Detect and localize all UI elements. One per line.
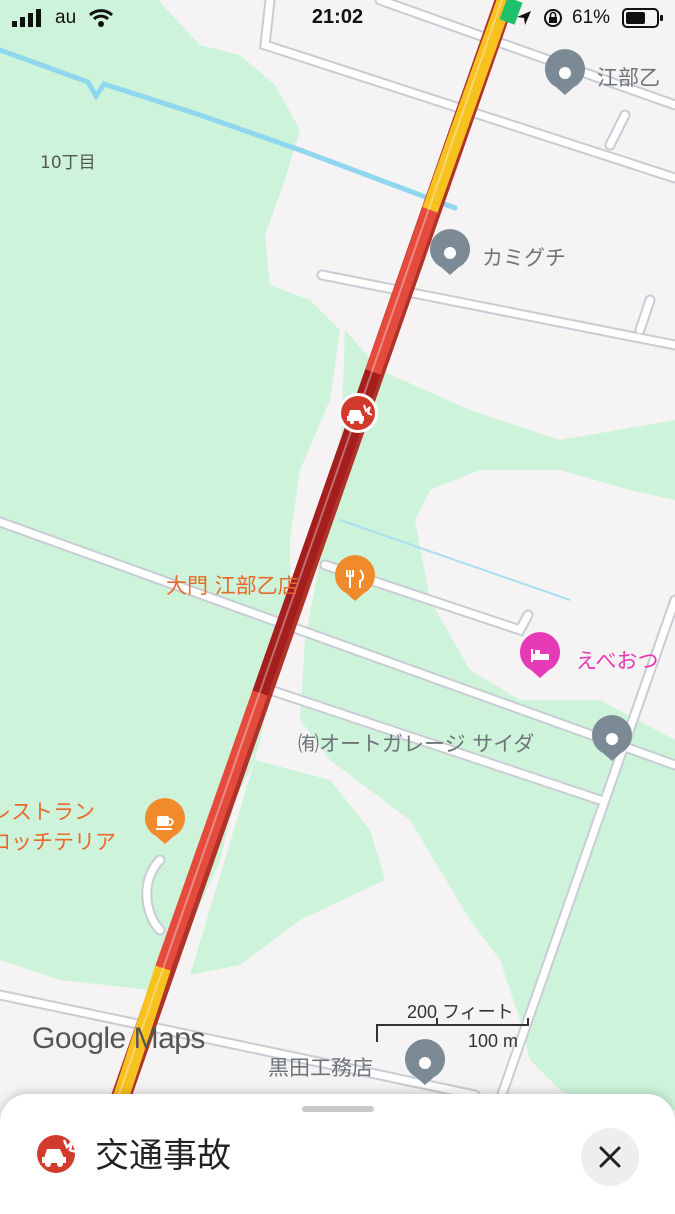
- car-crash-icon: [37, 1135, 77, 1173]
- place-label[interactable]: レストラン: [0, 796, 95, 826]
- area-label: 10丁目: [40, 153, 96, 173]
- map-canvas[interactable]: [0, 0, 675, 1200]
- battery-icon: [622, 8, 663, 28]
- drag-handle[interactable]: [302, 1106, 374, 1112]
- place-label[interactable]: 黒田工務店: [268, 1052, 373, 1082]
- battery-percent: 61%: [572, 7, 611, 28]
- scale-imperial: 200 フィート: [407, 1002, 514, 1022]
- place-label[interactable]: 大門 江部乙店: [166, 570, 299, 600]
- place-label[interactable]: えべおつ: [576, 645, 659, 675]
- place-label[interactable]: ㈲オートガレージ サイダ: [298, 728, 534, 758]
- scale-metric: 100 m: [468, 1031, 519, 1051]
- close-button[interactable]: [581, 1128, 639, 1186]
- bottom-sheet[interactable]: 交通事故: [0, 1094, 675, 1214]
- car-crash-icon[interactable]: [338, 393, 378, 433]
- rotation-lock-icon: [544, 9, 562, 27]
- close-icon: [599, 1146, 621, 1168]
- place-label[interactable]: カミグチ: [482, 242, 566, 272]
- place-label[interactable]: ロッチテリア: [0, 826, 116, 856]
- google-maps-logo: Google Maps: [32, 1022, 205, 1055]
- location-arrow-icon: [517, 11, 531, 25]
- incident-title: 交通事故: [95, 1136, 231, 1176]
- place-label[interactable]: 江部乙: [597, 62, 660, 92]
- status-bar: au 21:02 61%: [0, 0, 675, 38]
